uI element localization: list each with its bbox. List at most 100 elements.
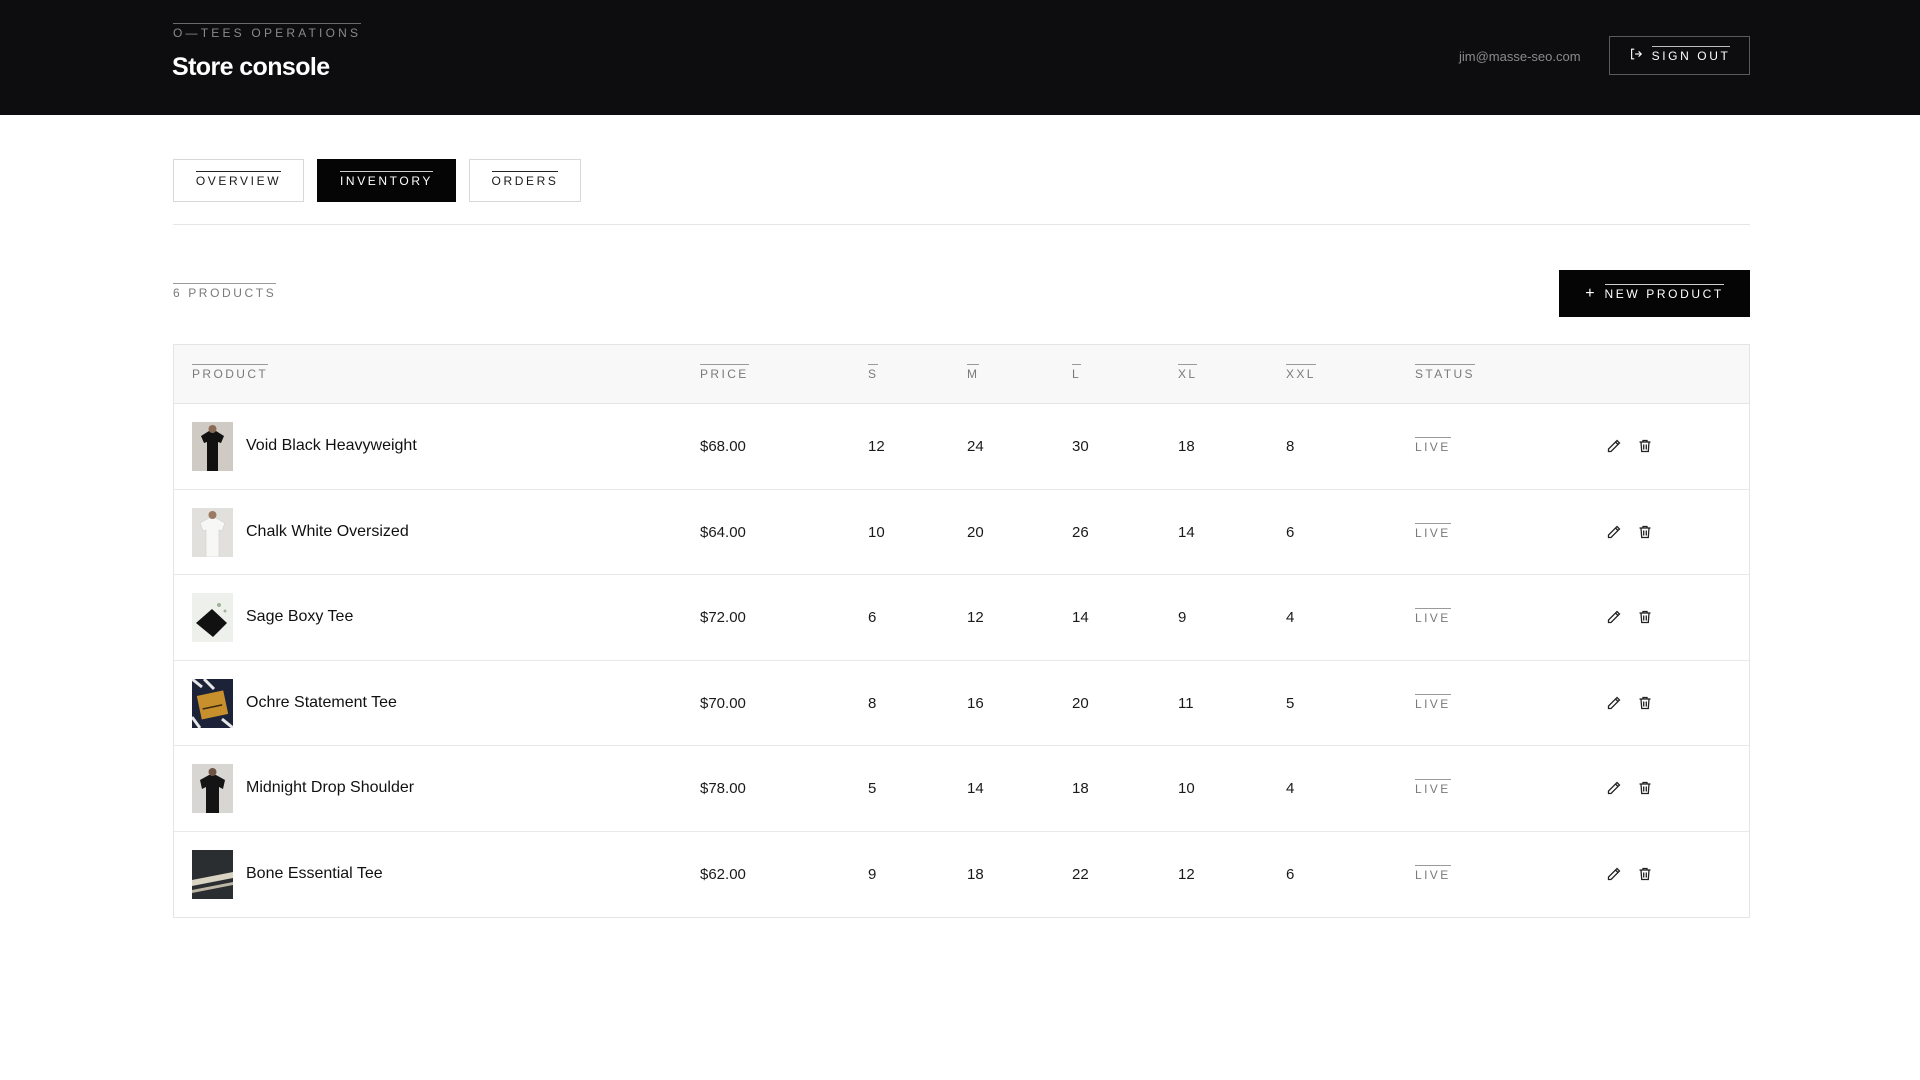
- table-row: Sage Boxy Tee $72.00 6 12 14 9 4 LIVE: [174, 575, 1749, 661]
- trash-icon[interactable]: [1636, 608, 1654, 626]
- column-header-s: S: [868, 364, 879, 381]
- table-row: Chalk White Oversized $64.00 10 20 26 14…: [174, 490, 1749, 575]
- stock-m: 16: [967, 694, 984, 712]
- inventory-table: PRODUCT PRICE S M L XL XXL STATUS Void B…: [173, 344, 1750, 918]
- sign-out-icon: [1629, 47, 1643, 64]
- stock-l: 18: [1072, 780, 1089, 797]
- product-price: $68.00: [700, 438, 746, 455]
- brand-kicker: O—TEES OPERATIONS: [173, 23, 362, 40]
- column-header-m: M: [967, 364, 980, 381]
- stock-l: 30: [1072, 438, 1089, 455]
- stock-xxl: 4: [1286, 609, 1295, 626]
- stock-m: 18: [967, 865, 984, 883]
- product-thumbnail: [192, 507, 233, 557]
- stock-xl: 11: [1178, 694, 1194, 712]
- trash-icon[interactable]: [1636, 523, 1654, 541]
- stock-xl: 12: [1178, 865, 1195, 883]
- trash-icon[interactable]: [1636, 779, 1654, 797]
- edit-icon[interactable]: [1605, 437, 1623, 455]
- trash-icon[interactable]: [1636, 865, 1654, 883]
- stock-l: 20: [1072, 694, 1089, 712]
- edit-icon[interactable]: [1605, 523, 1623, 541]
- stock-s: 5: [868, 780, 877, 797]
- stock-xl: 10: [1178, 780, 1195, 797]
- new-product-button[interactable]: + NEW PRODUCT: [1559, 270, 1750, 317]
- stock-xxl: 8: [1286, 438, 1295, 455]
- tab-overview[interactable]: OVERVIEW: [173, 159, 304, 202]
- product-thumbnail: [192, 764, 233, 813]
- product-count: 6 PRODUCTS: [173, 283, 277, 300]
- stock-s: 9: [868, 865, 877, 883]
- top-bar: O—TEES OPERATIONS Store console jim@mass…: [0, 0, 1920, 115]
- product-thumbnail: [192, 849, 233, 899]
- stock-m: 20: [967, 523, 984, 541]
- tab-bar: OVERVIEW INVENTORY ORDERS: [173, 159, 581, 202]
- plus-icon: +: [1585, 284, 1595, 302]
- product-name: Bone Essential Tee: [246, 864, 383, 882]
- stock-l: 14: [1072, 609, 1089, 626]
- tab-label: INVENTORY: [340, 170, 433, 188]
- stock-m: 24: [967, 438, 984, 455]
- stock-s: 8: [868, 694, 877, 712]
- status-badge: LIVE: [1415, 522, 1451, 540]
- edit-icon[interactable]: [1605, 779, 1623, 797]
- tab-inventory[interactable]: INVENTORY: [317, 159, 456, 202]
- table-row: Bone Essential Tee $62.00 9 18 22 12 6 L…: [174, 832, 1749, 918]
- product-price: $70.00: [700, 694, 746, 712]
- status-badge: LIVE: [1415, 608, 1451, 625]
- stock-xxl: 6: [1286, 865, 1295, 883]
- product-thumbnail: [192, 593, 233, 642]
- column-header-l: L: [1072, 364, 1082, 381]
- stock-s: 10: [868, 523, 885, 541]
- tab-orders[interactable]: ORDERS: [469, 159, 581, 202]
- tab-label: ORDERS: [491, 170, 559, 188]
- status-badge: LIVE: [1415, 779, 1451, 796]
- product-price: $78.00: [700, 780, 746, 797]
- stock-s: 6: [868, 609, 877, 626]
- column-header-status: STATUS: [1415, 364, 1475, 381]
- table-row: Void Black Heavyweight $68.00 12 24 30 1…: [174, 404, 1749, 490]
- product-name: Ochre Statement Tee: [246, 693, 397, 711]
- product-thumbnail: [192, 422, 233, 471]
- column-header-product: PRODUCT: [192, 364, 269, 381]
- column-header-price: PRICE: [700, 364, 749, 381]
- stock-xxl: 4: [1286, 780, 1295, 797]
- tab-label: OVERVIEW: [195, 170, 282, 188]
- status-badge: LIVE: [1415, 437, 1451, 454]
- sign-out-button[interactable]: SIGN OUT: [1609, 36, 1750, 75]
- table-row: Ochre Statement Tee $70.00 8 16 20 11 5 …: [174, 661, 1749, 746]
- stock-xl: 18: [1178, 438, 1195, 455]
- stock-s: 12: [868, 438, 885, 455]
- product-price: $64.00: [700, 523, 746, 541]
- product-price: $72.00: [700, 609, 746, 626]
- status-badge: LIVE: [1415, 693, 1451, 711]
- column-header-xxl: XXL: [1286, 364, 1316, 381]
- edit-icon[interactable]: [1605, 865, 1623, 883]
- stock-m: 14: [967, 780, 984, 797]
- edit-icon[interactable]: [1605, 694, 1623, 712]
- table-row: Midnight Drop Shoulder $78.00 5 14 18 10…: [174, 746, 1749, 832]
- product-price: $62.00: [700, 865, 746, 883]
- page-title: Store console: [172, 53, 330, 81]
- product-name: Sage Boxy Tee: [246, 608, 354, 625]
- product-name: Chalk White Oversized: [246, 522, 409, 540]
- column-header-xl: XL: [1178, 364, 1198, 381]
- edit-icon[interactable]: [1605, 608, 1623, 626]
- trash-icon[interactable]: [1636, 437, 1654, 455]
- stock-xl: 9: [1178, 609, 1187, 626]
- trash-icon[interactable]: [1636, 694, 1654, 712]
- stock-m: 12: [967, 609, 984, 626]
- new-product-label: NEW PRODUCT: [1604, 283, 1725, 301]
- stock-xl: 14: [1178, 523, 1195, 541]
- stock-xxl: 5: [1286, 694, 1295, 712]
- table-header: PRODUCT PRICE S M L XL XXL STATUS: [174, 345, 1749, 404]
- user-email: jim@masse-seo.com: [1459, 49, 1581, 64]
- product-thumbnail: [192, 678, 233, 728]
- stock-l: 22: [1072, 865, 1089, 883]
- divider: [173, 224, 1750, 225]
- sign-out-label: SIGN OUT: [1651, 45, 1731, 63]
- product-name: Midnight Drop Shoulder: [246, 779, 415, 796]
- product-name: Void Black Heavyweight: [246, 437, 417, 454]
- stock-l: 26: [1072, 523, 1089, 541]
- stock-xxl: 6: [1286, 523, 1295, 541]
